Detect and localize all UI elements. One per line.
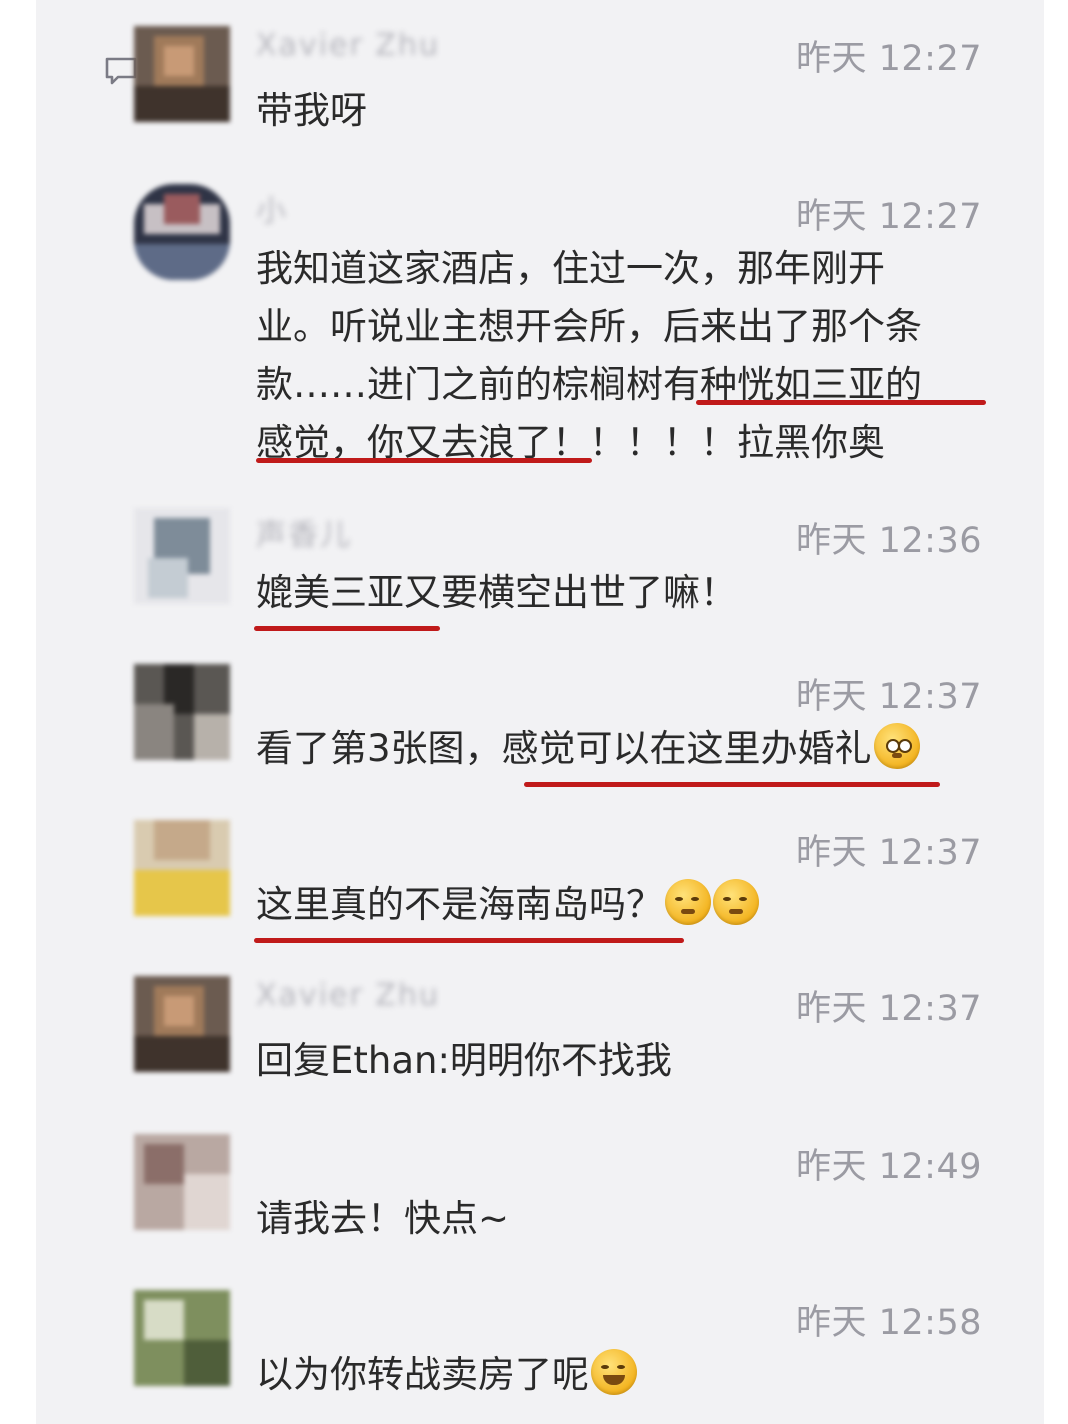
comment-panel: Xavier Zhu 昨天 12:27 带我呀 小 昨天 12:27 我知道这家…	[36, 0, 1044, 1424]
avatar[interactable]	[134, 508, 230, 604]
username[interactable]: 声香儿	[256, 510, 352, 554]
laughing-crying-emoji	[591, 1349, 637, 1395]
comment-text: 带我呀	[256, 89, 367, 132]
comment-text-content: 以为你转战卖房了呢	[256, 1353, 589, 1396]
comment-text: 以为你转战卖房了呢	[256, 1346, 996, 1404]
avatar[interactable]	[134, 26, 230, 122]
comment-text: 看了第3张图，感觉可以在这里办婚礼	[256, 720, 996, 778]
username[interactable]: Xavier Zhu	[256, 28, 440, 63]
text-line: 感觉，你又去浪了！！！！！拉黑你奥	[256, 421, 885, 464]
comment-text: 我知道这家酒店，住过一次，那年刚开 业。听说业主想开会所，后来出了那个条 款………	[256, 240, 996, 472]
timestamp: 昨天 12:37	[796, 833, 982, 873]
username[interactable]: 小	[256, 186, 288, 230]
username[interactable]: Xavier Zhu	[256, 978, 440, 1013]
red-underline	[254, 938, 684, 943]
red-underline	[524, 782, 940, 787]
avatar[interactable]	[134, 1134, 230, 1230]
text-line: 业。听说业主想开会所，后来出了那个条	[256, 305, 922, 348]
timestamp: 昨天 12:49	[796, 1147, 982, 1187]
comment-text: 回复Ethan:明明你不找我	[256, 1039, 672, 1082]
timestamp: 昨天 12:37	[796, 989, 982, 1029]
smirk-emoji	[713, 879, 759, 925]
red-underline	[696, 400, 986, 405]
comment-text: 请我去！快点~	[256, 1197, 510, 1240]
text-line: 我知道这家酒店，住过一次，那年刚开	[256, 247, 885, 290]
smirk-emoji	[665, 879, 711, 925]
comment-icon[interactable]	[104, 56, 138, 86]
avatar[interactable]	[134, 820, 230, 916]
red-underline	[256, 458, 592, 463]
timestamp: 昨天 12:36	[796, 521, 982, 561]
red-underline	[254, 626, 440, 631]
avatar[interactable]	[134, 664, 230, 760]
text-line: 款……进门之前的棕榈树有种恍如三亚的	[256, 363, 922, 406]
avatar[interactable]	[134, 1290, 230, 1386]
timestamp: 昨天 12:27	[796, 197, 982, 237]
comment-text-content: 看了第3张图，感觉可以在这里办婚礼	[256, 727, 872, 770]
comment-text-content: 这里真的不是海南岛吗？	[256, 883, 663, 926]
comment-text: 这里真的不是海南岛吗？	[256, 876, 996, 934]
avatar[interactable]	[134, 184, 230, 280]
flushed-emoji	[873, 723, 920, 769]
timestamp: 昨天 12:27	[796, 39, 982, 79]
comment-text: 媲美三亚又要横空出世了嘛！	[256, 571, 737, 614]
avatar[interactable]	[134, 976, 230, 1072]
timestamp: 昨天 12:58	[796, 1303, 982, 1343]
timestamp: 昨天 12:37	[796, 677, 982, 717]
